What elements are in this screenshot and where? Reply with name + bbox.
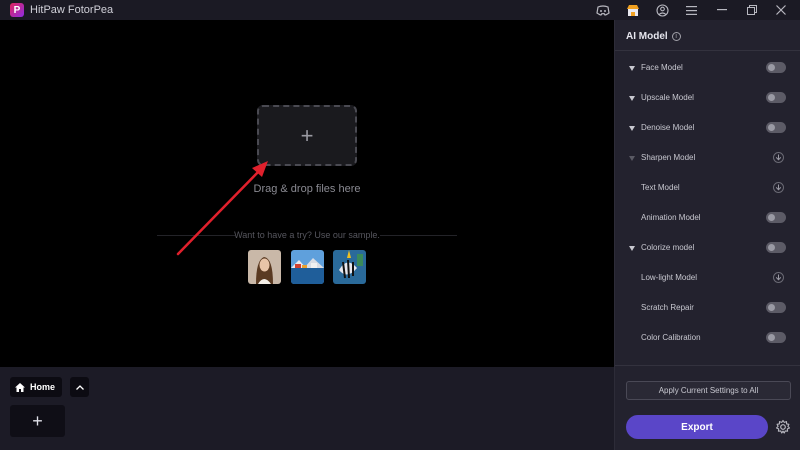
- account-icon[interactable]: [653, 2, 671, 18]
- app-title: HitPaw FotorPea: [30, 4, 114, 16]
- title-bar: P HitPaw FotorPea: [0, 0, 800, 20]
- panel-header-divider: [615, 50, 800, 51]
- shop-icon[interactable]: [624, 2, 642, 18]
- canvas-area: + Drag & drop files here Want to have a …: [0, 20, 614, 367]
- model-toggle[interactable]: [766, 62, 786, 73]
- model-toggle[interactable]: [766, 242, 786, 253]
- model-row-scratch-repair[interactable]: Scratch Repair: [615, 294, 800, 324]
- model-name: Low-light Model: [641, 273, 698, 282]
- panel-header: AI Model i: [626, 31, 681, 42]
- caret-down-icon[interactable]: [629, 156, 635, 161]
- model-toggle[interactable]: [766, 332, 786, 343]
- annotation-arrow: [176, 161, 268, 256]
- home-button[interactable]: Home: [10, 377, 62, 397]
- model-name: Animation Model: [641, 213, 701, 222]
- model-name: Denoise Model: [641, 123, 695, 132]
- model-row-text-model[interactable]: Text Model: [615, 174, 800, 204]
- caret-down-icon[interactable]: [629, 126, 635, 131]
- model-row-color-calibration[interactable]: Color Calibration: [615, 324, 800, 354]
- model-row-animation-model[interactable]: Animation Model: [615, 204, 800, 234]
- model-name: Colorize model: [641, 243, 695, 252]
- download-icon[interactable]: [773, 272, 784, 283]
- model-row-sharpen-model[interactable]: Sharpen Model: [615, 144, 800, 174]
- model-row-denoise-model[interactable]: Denoise Model: [615, 114, 800, 144]
- model-name: Face Model: [641, 63, 683, 72]
- export-button[interactable]: Export: [626, 415, 768, 439]
- ai-model-panel: AI Model i Face Model Upscale Model Denois…: [614, 20, 800, 450]
- caret-down-icon[interactable]: [629, 246, 635, 251]
- model-name: Upscale Model: [641, 93, 694, 102]
- discord-icon[interactable]: [594, 2, 612, 18]
- add-image-button[interactable]: +: [10, 405, 65, 437]
- model-toggle[interactable]: [766, 302, 786, 313]
- model-name: Color Calibration: [641, 333, 701, 342]
- model-row-face-model[interactable]: Face Model: [615, 54, 800, 84]
- download-icon[interactable]: [773, 152, 784, 163]
- model-name: Sharpen Model: [641, 153, 696, 162]
- chevron-up-icon: [75, 384, 84, 390]
- panel-footer-divider: [615, 365, 800, 366]
- model-toggle[interactable]: [766, 122, 786, 133]
- download-icon[interactable]: [773, 182, 784, 193]
- minimize-icon[interactable]: [713, 2, 731, 18]
- model-row-colorize-model[interactable]: Colorize model: [615, 234, 800, 264]
- settings-gear-icon[interactable]: [775, 419, 791, 435]
- model-toggle[interactable]: [766, 212, 786, 223]
- bottom-bar: Home +: [0, 367, 614, 450]
- model-toggle[interactable]: [766, 92, 786, 103]
- model-row-upscale-model[interactable]: Upscale Model: [615, 84, 800, 114]
- apply-settings-button[interactable]: Apply Current Settings to All: [626, 381, 791, 400]
- collapse-button[interactable]: [70, 377, 89, 397]
- home-icon: [15, 382, 25, 392]
- app-logo: P: [10, 3, 24, 17]
- caret-down-icon[interactable]: [629, 66, 635, 71]
- close-icon[interactable]: [772, 2, 790, 18]
- model-name: Text Model: [641, 183, 680, 192]
- info-icon[interactable]: i: [671, 32, 681, 41]
- home-label: Home: [30, 382, 56, 392]
- caret-down-icon[interactable]: [629, 96, 635, 101]
- model-name: Scratch Repair: [641, 303, 694, 312]
- menu-icon[interactable]: [682, 2, 700, 18]
- restore-icon[interactable]: [743, 2, 761, 18]
- model-row-low-light-model[interactable]: Low-light Model: [615, 264, 800, 294]
- panel-title: AI Model: [626, 31, 668, 42]
